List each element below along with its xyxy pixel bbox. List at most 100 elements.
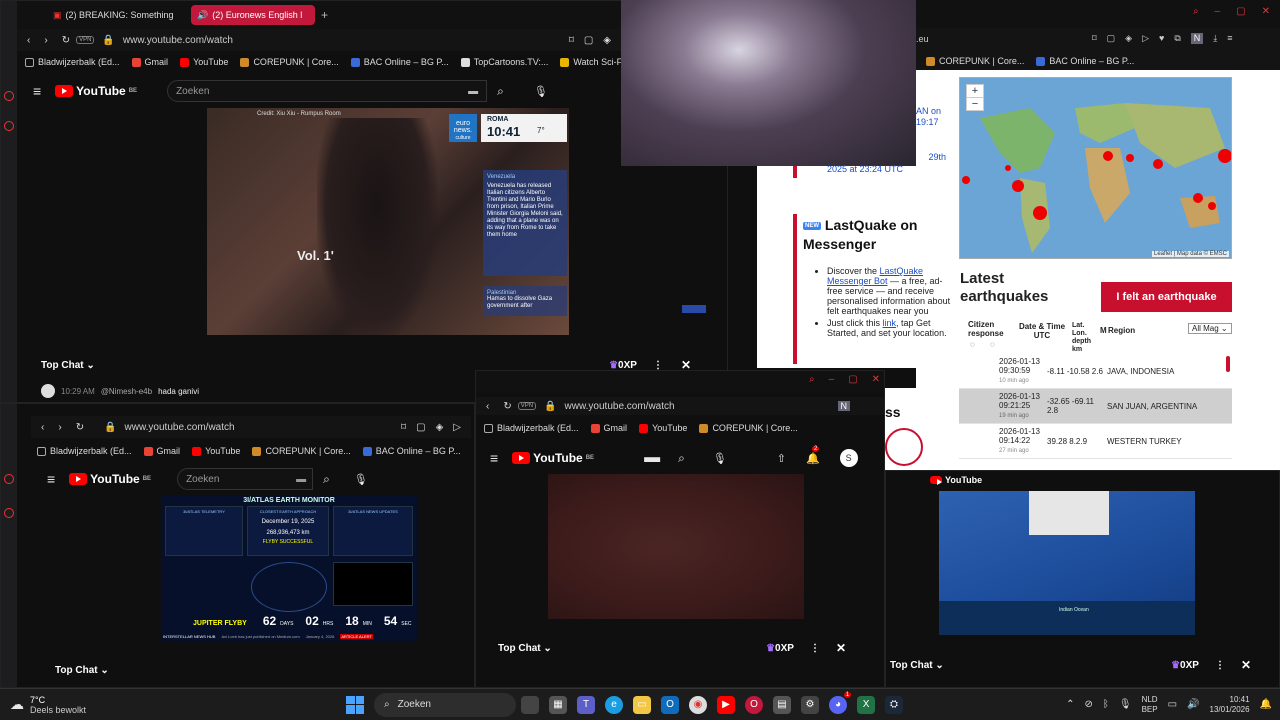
search-input[interactable]: Zoeken ▬ <box>167 80 488 102</box>
microphone-icon[interactable]: 🎙 <box>354 473 368 486</box>
new-tab-button[interactable]: + <box>321 8 328 22</box>
back-icon[interactable]: ‹ <box>41 422 44 433</box>
forward-icon[interactable]: › <box>44 35 47 46</box>
more-options-icon[interactable]: ⋮ <box>1215 660 1225 671</box>
bookmark-folder[interactable]: Bladwijzerbalk (Ed... <box>25 57 120 67</box>
menu-icon[interactable]: ≡ <box>47 471 55 487</box>
language-indicator[interactable]: NLD BEP <box>1142 695 1158 715</box>
history-icon[interactable] <box>4 508 14 518</box>
excel-icon[interactable]: X <box>857 695 876 714</box>
microphone-icon[interactable]: 🎙 <box>1119 699 1132 710</box>
chrome-icon[interactable]: ◉ <box>689 695 708 714</box>
bookmark-youtube[interactable]: YouTube <box>180 57 228 67</box>
snapshot-icon[interactable]: ▢ <box>416 422 425 433</box>
search-tabs-icon[interactable]: ⌕ <box>809 374 815 385</box>
quake-row[interactable]: 2026-01-13 09:14:22 27 min ago 39.28 8.2.9… <box>959 424 1232 459</box>
get-started-link[interactable]: link <box>883 318 897 328</box>
bookmark-corepunk[interactable]: COREPUNK | Core... <box>252 446 351 456</box>
minimize-icon[interactable]: – <box>1215 6 1221 17</box>
bookmark-icon[interactable]: ⌑ <box>569 35 574 46</box>
alert-date-link[interactable]: 2025 at 23:24 UTC <box>827 164 903 174</box>
zoom-out-button[interactable]: − <box>967 97 983 110</box>
video-player[interactable]: Credit: Xiu Xiu - Rumpus Room euro news.… <box>207 108 569 335</box>
bookmark-youtube[interactable]: YouTube <box>192 446 240 456</box>
battery-saver-icon[interactable]: ⊘ <box>1084 699 1092 710</box>
notifications-icon[interactable]: 🔔 2 <box>806 445 820 465</box>
youtube-logo[interactable]: YouTube BE <box>55 84 137 98</box>
vpn-badge[interactable]: VPN <box>76 36 95 44</box>
back-icon[interactable]: ‹ <box>27 35 30 46</box>
bookmark-folder[interactable]: Bladwijzerbalk (Ed... <box>37 446 132 456</box>
tab-euronews[interactable]: 🔊 (2) Euronews English l <box>191 5 315 25</box>
close-chat-icon[interactable]: ✕ <box>836 641 846 655</box>
list-scrollbar[interactable] <box>1226 356 1230 372</box>
top-chat-dropdown[interactable]: Top Chat ⌄ <box>498 643 552 654</box>
minimize-icon[interactable]: – <box>829 374 835 385</box>
close-chat-icon[interactable]: ✕ <box>1241 658 1251 672</box>
bookmark-bac[interactable]: BAC Online – BG P... <box>362 446 461 456</box>
bookmark-corepunk[interactable]: COREPUNK | Core... <box>926 56 1024 66</box>
calculator-icon[interactable]: ▤ <box>773 695 792 714</box>
microphone-icon[interactable]: 🎙 <box>713 452 727 465</box>
steam-icon[interactable]: ⛭ <box>885 695 904 714</box>
keyboard-icon[interactable]: ▬ <box>644 449 660 467</box>
top-chat-dropdown[interactable]: Top Chat ⌄ <box>41 360 95 371</box>
close-window-icon[interactable]: ✕ <box>872 374 880 385</box>
snapshot-icon[interactable]: ▢ <box>1107 33 1116 44</box>
mag-filter-select[interactable]: All Mag ⌄ <box>1188 323 1232 334</box>
keyboard-icon[interactable]: ▬ <box>468 86 478 97</box>
heart-icon[interactable]: ♥ <box>1159 33 1164 44</box>
taskbar-search[interactable]: ⌕ Zoeken <box>374 692 517 717</box>
menu-icon[interactable]: ≡ <box>33 83 41 99</box>
bookmark-folder[interactable]: Bladwijzerbalk (Ed... <box>484 423 579 433</box>
menu-icon[interactable]: ≡ <box>490 450 498 466</box>
store-icon[interactable]: ▦ <box>549 695 568 714</box>
earthquake-map[interactable]: + − Leaflet | Map data © EMSC <box>959 77 1232 259</box>
clock[interactable]: 10:41 13/01/2026 <box>1210 695 1250 715</box>
search-icon[interactable]: ⌕ <box>497 84 504 99</box>
shield-icon[interactable]: ◈ <box>1125 33 1132 44</box>
url-text[interactable]: www.youtube.com/watch <box>125 422 235 433</box>
teams-icon[interactable]: T <box>577 695 596 714</box>
volume-icon[interactable]: 🔊 <box>1187 699 1199 710</box>
alert-link[interactable]: 19:17 <box>916 117 941 128</box>
felt-earthquake-button[interactable]: I felt an earthquake <box>1101 282 1232 312</box>
messenger-icon[interactable] <box>4 91 14 101</box>
settings-icon[interactable]: ⚙ <box>801 695 820 714</box>
top-chat-dropdown[interactable]: Top Chat ⌄ <box>890 660 944 671</box>
youtube-logo[interactable]: YouTube BE <box>69 472 151 486</box>
quake-row[interactable]: 2026-01-13 <box>959 459 1232 464</box>
search-icon[interactable]: ⌕ <box>323 472 330 487</box>
file-explorer-icon[interactable]: ▭ <box>633 695 652 714</box>
reload-icon[interactable]: ↻ <box>76 422 84 433</box>
bookmark-gmail[interactable]: Gmail <box>590 423 627 433</box>
bookmark-icon[interactable]: ⌑ <box>401 422 406 433</box>
bookmark-youtube[interactable]: YouTube <box>639 423 687 433</box>
bookmark-bac[interactable]: BAC Online – BG P... <box>350 57 449 67</box>
snapshot-icon[interactable]: ▢ <box>584 35 593 46</box>
quake-row[interactable]: 2026-01-13 09:21:25 19 min ago -32.65 -69.… <box>959 389 1232 424</box>
quake-row[interactable]: 2026-01-13 09:30:59 10 min ago -8.11 -10.5… <box>959 354 1232 389</box>
notifications-icon[interactable]: 🔔 <box>1260 699 1272 710</box>
outlook-icon[interactable]: O <box>661 695 680 714</box>
bookmark-scifi[interactable]: Watch Sci-Fi Cart <box>560 57 621 67</box>
url-text[interactable]: .eu <box>916 34 929 44</box>
avatar[interactable]: S <box>839 449 858 467</box>
play-icon[interactable]: ▷ <box>1142 33 1149 44</box>
forward-icon[interactable]: › <box>58 422 61 433</box>
menu-icon[interactable]: ≡ <box>1227 33 1232 44</box>
bookmark-bac[interactable]: BAC Online – BG P... <box>1036 56 1134 66</box>
bluetooth-icon[interactable]: ᛒ <box>1103 699 1109 710</box>
bookmark-corepunk[interactable]: COREPUNK | Core... <box>699 423 798 433</box>
history-icon[interactable] <box>4 121 14 131</box>
play-icon[interactable]: ▷ <box>453 422 461 433</box>
reload-icon[interactable]: ↻ <box>62 35 70 46</box>
maximize-icon[interactable]: ▢ <box>848 374 857 385</box>
youtube-logo[interactable]: YouTube <box>930 475 982 485</box>
download-icon[interactable]: ⤓ <box>1213 33 1217 44</box>
xp-badge[interactable]: ♛0XP <box>766 643 794 654</box>
video-player[interactable] <box>548 474 804 619</box>
map-attribution[interactable]: Leaflet | Map data © EMSC <box>1151 251 1229 257</box>
url-text[interactable]: www.youtube.com/watch <box>123 35 233 46</box>
youtube-logo[interactable]: YouTube BE <box>512 451 594 465</box>
